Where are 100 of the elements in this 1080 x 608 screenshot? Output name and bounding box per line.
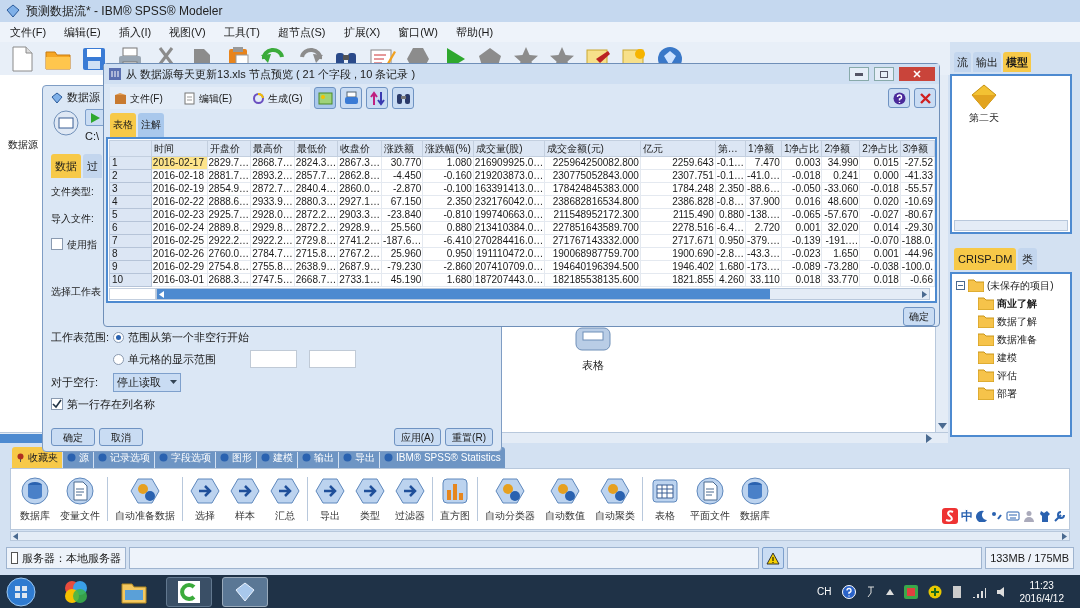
table-cell: -379.… (745, 234, 782, 248)
table-cell: 2888.6… (207, 195, 251, 209)
table-cell: 0.880 (422, 221, 474, 235)
table-cell: 2259.643 (640, 156, 716, 170)
table-cell: 33.770 (821, 273, 860, 287)
table-cell: 2881.7… (207, 169, 251, 183)
table-cell: -0.050 (781, 182, 822, 196)
table-cell: 2760.0… (207, 247, 251, 261)
table-cell: -0.065 (781, 208, 822, 222)
table-cell: 2.350 (422, 195, 474, 209)
table-cell: -0.089 (781, 260, 822, 274)
radio-label: 范围从第一个非空行开始 (128, 329, 249, 345)
table-cell: 1946.402 (640, 260, 716, 274)
table-cell: 0.015 (859, 156, 901, 170)
table-cell: 33.110 (745, 273, 782, 287)
table-cell: 0.016 (781, 195, 822, 209)
table-cell: 2016-02-29 (151, 260, 208, 274)
memory-field: 133MB / 175MB (985, 547, 1074, 569)
table-cell: -173.… (745, 260, 782, 274)
table-cell: -0.1… (715, 156, 746, 170)
table-cell: 0.001 (859, 247, 901, 261)
table-cell: 48.600 (821, 195, 860, 209)
table-cell: -0.100 (422, 182, 474, 196)
table-cell: -55.57 (900, 182, 935, 196)
table-cell: 178424845383.000 (544, 182, 641, 196)
table-cell: 2016-02-24 (151, 221, 208, 235)
table-cell: 2638.9… (294, 260, 338, 274)
table-cell: 25.960 (381, 247, 423, 261)
table-cell: 1.680 (422, 273, 474, 287)
table-cell: 2824.3… (294, 156, 338, 170)
table-cell: 2784.7… (250, 247, 295, 261)
table-cell: -41.0… (745, 169, 782, 183)
table-cell: 25.560 (381, 221, 423, 235)
table-cell: 2872.2… (294, 221, 338, 235)
table-cell: 2307.751 (640, 169, 716, 183)
table-cell: 1900.690 (640, 247, 716, 261)
table-cell: 2016-02-26 (151, 247, 208, 261)
table-cell: 0.018 (859, 273, 901, 287)
file-path: C:\ (85, 129, 101, 144)
table-cell: -0.139 (781, 234, 822, 248)
table-cell: 1784.248 (640, 182, 716, 196)
field-label: 工作表范围: (51, 330, 110, 343)
table-cell: 207410709.0… (473, 260, 545, 274)
table-cell: -41.33 (900, 169, 935, 183)
field-label: 选择工作表 (51, 284, 101, 299)
dialog-title: 数据源 (67, 89, 100, 105)
checkbox-label: 第一行存在列名称 (67, 396, 155, 412)
field-label: 文件类型: (51, 184, 94, 199)
table-cell: 2115.490 (640, 208, 716, 222)
table-cell: 191110472.0… (473, 247, 545, 261)
table-cell: 2754.8… (207, 260, 251, 274)
table-cell: -4.450 (381, 169, 423, 183)
table-cell: -138.… (745, 208, 782, 222)
table-cell: 2928.9… (337, 221, 382, 235)
table-cell: 187207443.0… (473, 273, 545, 287)
checkbox-label: 使用指 (67, 237, 97, 252)
table-cell: 194640196394.500 (544, 260, 641, 274)
table-cell: 2860.0… (337, 182, 382, 196)
table-cell: 163391413.0… (473, 182, 545, 196)
table-cell: 2016-02-22 (151, 195, 208, 209)
table-cell: -187.6… (381, 234, 423, 248)
status-field: 服务器：本地服务器 (6, 547, 126, 569)
table-cell: -23.840 (381, 208, 423, 222)
table-cell: 238682816534.800 (544, 195, 641, 209)
table-cell: 2.350 (715, 182, 746, 196)
table-cell: 190068987759.700 (544, 247, 641, 261)
table-cell: 2.720 (745, 221, 782, 235)
table-cell: 0.001 (781, 221, 822, 235)
table-cell: 67.150 (381, 195, 423, 209)
table-cell: 2829.7… (207, 156, 251, 170)
table-cell: 199740663.0… (473, 208, 545, 222)
table-cell: 2016-02-23 (151, 208, 208, 222)
table-cell: 2927.1… (337, 195, 382, 209)
table-cell: 7.470 (745, 156, 782, 170)
table-cell: 2854.9… (207, 182, 251, 196)
table-cell: 4.260 (715, 273, 746, 287)
table-cell: 2767.2… (337, 247, 382, 261)
table-cell: 2880.3… (294, 195, 338, 209)
table-cell: 2929.8… (250, 221, 295, 235)
table-cell: 34.990 (821, 156, 860, 170)
table-cell: 2016-02-19 (151, 182, 208, 196)
table-cell: -2.870 (381, 182, 423, 196)
table-cell: 2867.3… (337, 156, 382, 170)
node-label: 表格 (582, 358, 604, 373)
table-cell: 2715.8… (294, 247, 338, 261)
table-cell: 2741.2… (337, 234, 382, 248)
table-cell: 2925.7… (207, 208, 251, 222)
table-cell: 2889.8… (207, 221, 251, 235)
field-label: 导入文件: (51, 211, 94, 226)
table-cell: 2922.2… (250, 234, 295, 248)
table-cell: 216909925.0… (473, 156, 545, 170)
table-cell: 219203873.0… (473, 169, 545, 183)
table-cell: -6.410 (422, 234, 474, 248)
table-cell: 2747.5… (250, 273, 295, 287)
table-cell: -27.52 (900, 156, 935, 170)
table-cell: -57.670 (821, 208, 860, 222)
table-cell: -33.060 (821, 182, 860, 196)
table-cell: 2717.671 (640, 234, 716, 248)
table-cell: 2928.0… (250, 208, 295, 222)
table-cell: 2733.1… (337, 273, 382, 287)
